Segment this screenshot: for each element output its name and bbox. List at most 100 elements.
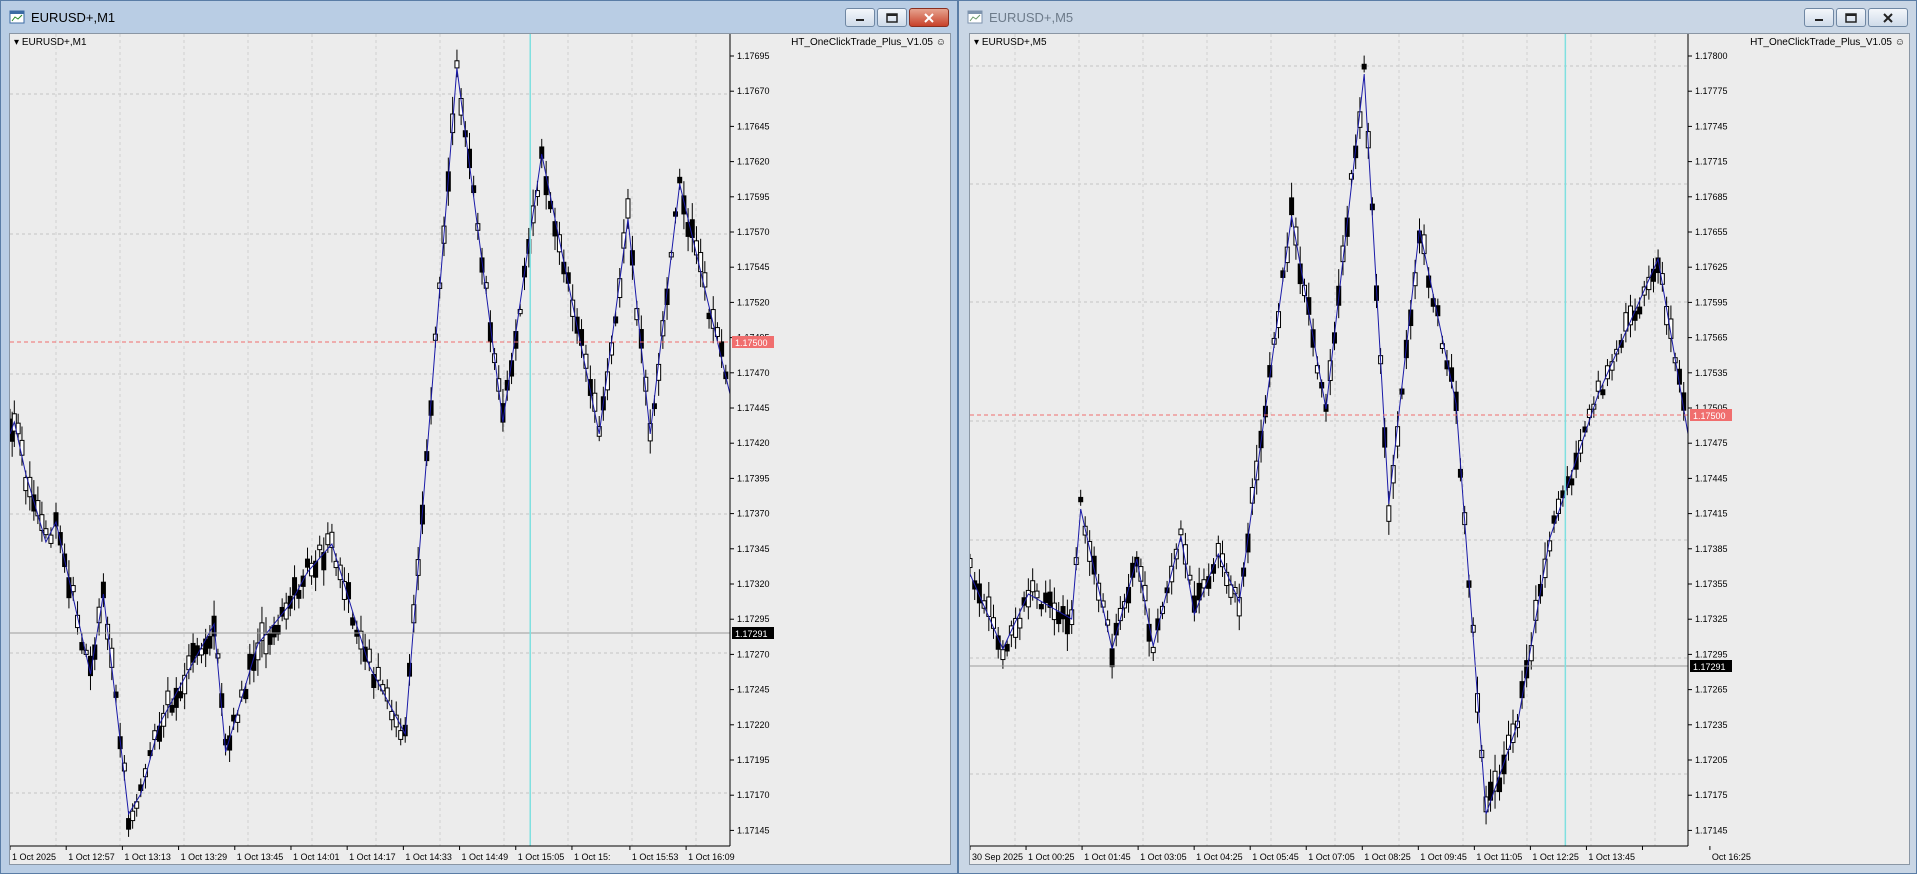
price-tick-label: 1.17545 (737, 262, 770, 272)
time-tick-label: 1 Oct 11:05 (1476, 852, 1522, 862)
candle-body (207, 636, 213, 649)
price-tick-label: 1.17620 (737, 157, 770, 167)
title-bar[interactable]: EURUSD+,M1 (1, 1, 957, 33)
price-tick-label: 1.17775 (1695, 86, 1728, 96)
price-tick-label: 1.17345 (737, 544, 770, 554)
candle-body (1632, 310, 1638, 321)
time-tick-label: 1 Oct 12:57 (68, 852, 115, 862)
candle-body (1361, 63, 1367, 70)
candle-body (1096, 582, 1102, 601)
close-icon (924, 12, 934, 23)
candle-body (1386, 505, 1392, 522)
price-tick-label: 1.17415 (1695, 509, 1728, 519)
candle-body (398, 730, 404, 740)
price-tick-label: 1.17595 (737, 192, 770, 202)
price-tick-label: 1.17295 (737, 614, 770, 624)
price-tick-label: 1.17655 (1695, 227, 1728, 237)
expert-advisor-label[interactable]: HT_OneClickTrade_Plus_V1.05 ☺ (791, 37, 946, 48)
title-bar[interactable]: EURUSD+,M5 (959, 1, 1916, 33)
candle-body (1000, 649, 1006, 661)
candle-body (1043, 592, 1049, 604)
time-tick-label: 1 Oct 05:45 (1252, 852, 1299, 862)
candle-body (1034, 590, 1040, 599)
candle-body (48, 534, 54, 544)
price-tick-label: 1.17270 (737, 649, 770, 659)
price-tick-label: 1.17715 (1695, 157, 1728, 167)
maximize-button[interactable] (1836, 8, 1866, 27)
price-tick-label: 1.17145 (1695, 825, 1728, 835)
price-tick-label: 1.17535 (1695, 368, 1728, 378)
time-tick-label: Oct 16:25 (1712, 852, 1751, 862)
candle-body (625, 198, 631, 219)
candle-body (1470, 624, 1476, 633)
candle-body (543, 176, 549, 196)
price-tick-label: 1.17645 (737, 121, 770, 131)
chart-window-icon (9, 10, 25, 24)
symbol-label[interactable]: ▾ EURUSD+,M1 (14, 37, 87, 48)
window-title: EURUSD+,M5 (989, 10, 1074, 25)
price-tick-label: 1.17475 (1695, 438, 1728, 448)
dropdown-triangle-icon: ▾ (974, 37, 980, 48)
close-button[interactable] (1868, 8, 1908, 27)
smiley-icon: ☺ (935, 37, 946, 48)
time-tick-label: 1 Oct 14:33 (405, 852, 452, 862)
minimize-icon (1815, 18, 1823, 21)
candle-body (1078, 496, 1084, 503)
candle-body (325, 533, 331, 546)
candle-body (1637, 306, 1643, 315)
candle-body (165, 690, 171, 706)
price-tick-label: 1.17245 (737, 685, 770, 695)
price-chart-m1[interactable]: 1.17695 1.17670 1.17645 1.17620 1.17595 1.175… (9, 33, 951, 865)
price-tick-label: 1.17445 (1695, 473, 1728, 483)
candle-body (1600, 389, 1606, 396)
price-tick-label: 1.17145 (737, 825, 770, 835)
candle-body (271, 624, 277, 638)
price-tick-label: 1.17570 (737, 227, 770, 237)
chart-window-m5[interactable]: EURUSD+,M5 1.17800 1.17775 1.17745 1.17715 1… (958, 0, 1917, 874)
chart-canvas: 1.17695 1.17670 1.17645 1.17620 1.17595 1.175… (10, 34, 774, 862)
candle-body (267, 632, 273, 645)
bid-price-label: 1.17291 (1693, 662, 1726, 672)
close-icon (1883, 12, 1893, 23)
candle-body (19, 439, 25, 456)
price-tick-label: 1.17220 (737, 720, 770, 730)
price-tick-label: 1.17355 (1695, 579, 1728, 589)
time-tick-label: 1 Oct 08:25 (1364, 852, 1411, 862)
maximize-button[interactable] (877, 8, 907, 27)
candle-body (169, 704, 175, 713)
price-tick-label: 1.17685 (1695, 192, 1728, 202)
price-tick-label: 1.17325 (1695, 614, 1728, 624)
candle-body (1030, 580, 1036, 593)
price-tick-label: 1.17195 (737, 755, 770, 765)
candle-body (1109, 648, 1115, 668)
close-button[interactable] (909, 8, 949, 27)
time-tick-label: 1 Oct 16:09 (688, 852, 735, 862)
price-tick-label: 1.17235 (1695, 720, 1728, 730)
minimize-button[interactable] (1804, 8, 1834, 27)
candle-body (677, 176, 683, 184)
time-tick-label: 1 Oct 04:25 (1196, 852, 1243, 862)
time-tick-label: 1 Oct 01:45 (1084, 852, 1131, 862)
time-tick-label: 1 Oct 07:05 (1308, 852, 1355, 862)
candle-body (1091, 555, 1097, 575)
expert-advisor-label[interactable]: HT_OneClickTrade_Plus_V1.05 ☺ (1750, 37, 1905, 48)
candle-body (177, 691, 183, 699)
price-tick-label: 1.17205 (1695, 755, 1728, 765)
price-tick-label: 1.17670 (737, 86, 770, 96)
price-chart-m5[interactable]: 1.17800 1.17775 1.17745 1.17715 1.17685 1.176… (969, 33, 1910, 865)
minimize-button[interactable] (845, 8, 875, 27)
price-tick-label: 1.17470 (737, 368, 770, 378)
chart-window-m1[interactable]: EURUSD+,M1 1.17695 1.17670 1.17645 1.17620 1… (0, 0, 958, 874)
candle-body (1004, 643, 1010, 652)
candle-body (346, 582, 352, 600)
candle-body (389, 710, 395, 721)
candle-body (970, 557, 973, 569)
candle-body (1150, 646, 1156, 654)
chart-window-icon (967, 10, 983, 24)
candle-body (1047, 591, 1053, 608)
price-tick-label: 1.17800 (1695, 51, 1728, 61)
symbol-label[interactable]: ▾ EURUSD+,M5 (974, 37, 1047, 48)
time-tick-label: 1 Oct 14:01 (293, 852, 340, 862)
price-tick-label: 1.17170 (737, 790, 770, 800)
candle-body (698, 252, 704, 273)
